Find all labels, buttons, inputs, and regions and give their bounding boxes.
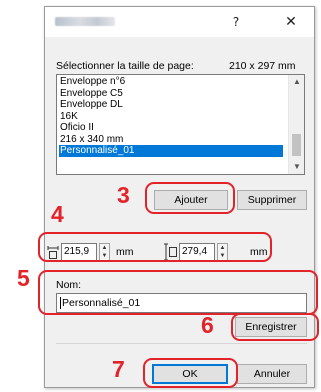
step-number-7: 7 xyxy=(112,356,125,382)
delete-button[interactable]: Supprimer xyxy=(237,190,307,210)
title-bar: ? ✕ xyxy=(45,7,314,37)
highlight-dimensions xyxy=(38,232,272,262)
highlight-ok-button xyxy=(143,358,238,388)
list-scrollbar[interactable]: ▲ ▼ xyxy=(288,75,304,174)
scroll-up-icon[interactable]: ▲ xyxy=(289,75,304,89)
list-item[interactable]: Enveloppe n°6 xyxy=(59,76,125,88)
step-number-3: 3 xyxy=(117,182,130,208)
page-size-list[interactable]: Enveloppe n°6 Enveloppe C5 Enveloppe DL … xyxy=(56,74,305,175)
step-number-6: 6 xyxy=(201,312,214,338)
cancel-button[interactable]: Annuler xyxy=(237,364,307,384)
highlight-add-button xyxy=(145,182,235,214)
list-item[interactable]: Oficio II xyxy=(59,122,94,134)
highlight-save-button xyxy=(231,313,319,341)
scroll-thumb[interactable] xyxy=(292,134,301,156)
separator xyxy=(56,343,307,344)
list-item[interactable]: Enveloppe DL xyxy=(59,99,123,111)
page-size-value: 210 x 297 mm xyxy=(229,60,296,72)
help-button[interactable]: ? xyxy=(227,13,245,31)
list-item[interactable]: 16K xyxy=(59,111,78,123)
list-item-selected[interactable]: Personnalisé_01 xyxy=(59,145,283,157)
list-item[interactable]: 216 x 340 mm xyxy=(59,134,123,146)
close-button[interactable]: ✕ xyxy=(282,13,300,31)
step-number-4: 4 xyxy=(51,201,64,227)
step-number-5: 5 xyxy=(17,265,30,291)
scroll-down-icon[interactable]: ▼ xyxy=(289,160,304,174)
page-size-label: Sélectionner la taille de page: xyxy=(56,60,194,72)
list-item[interactable]: Enveloppe C5 xyxy=(59,88,123,100)
blurred-window-title xyxy=(55,17,115,26)
highlight-name-field xyxy=(38,270,318,315)
